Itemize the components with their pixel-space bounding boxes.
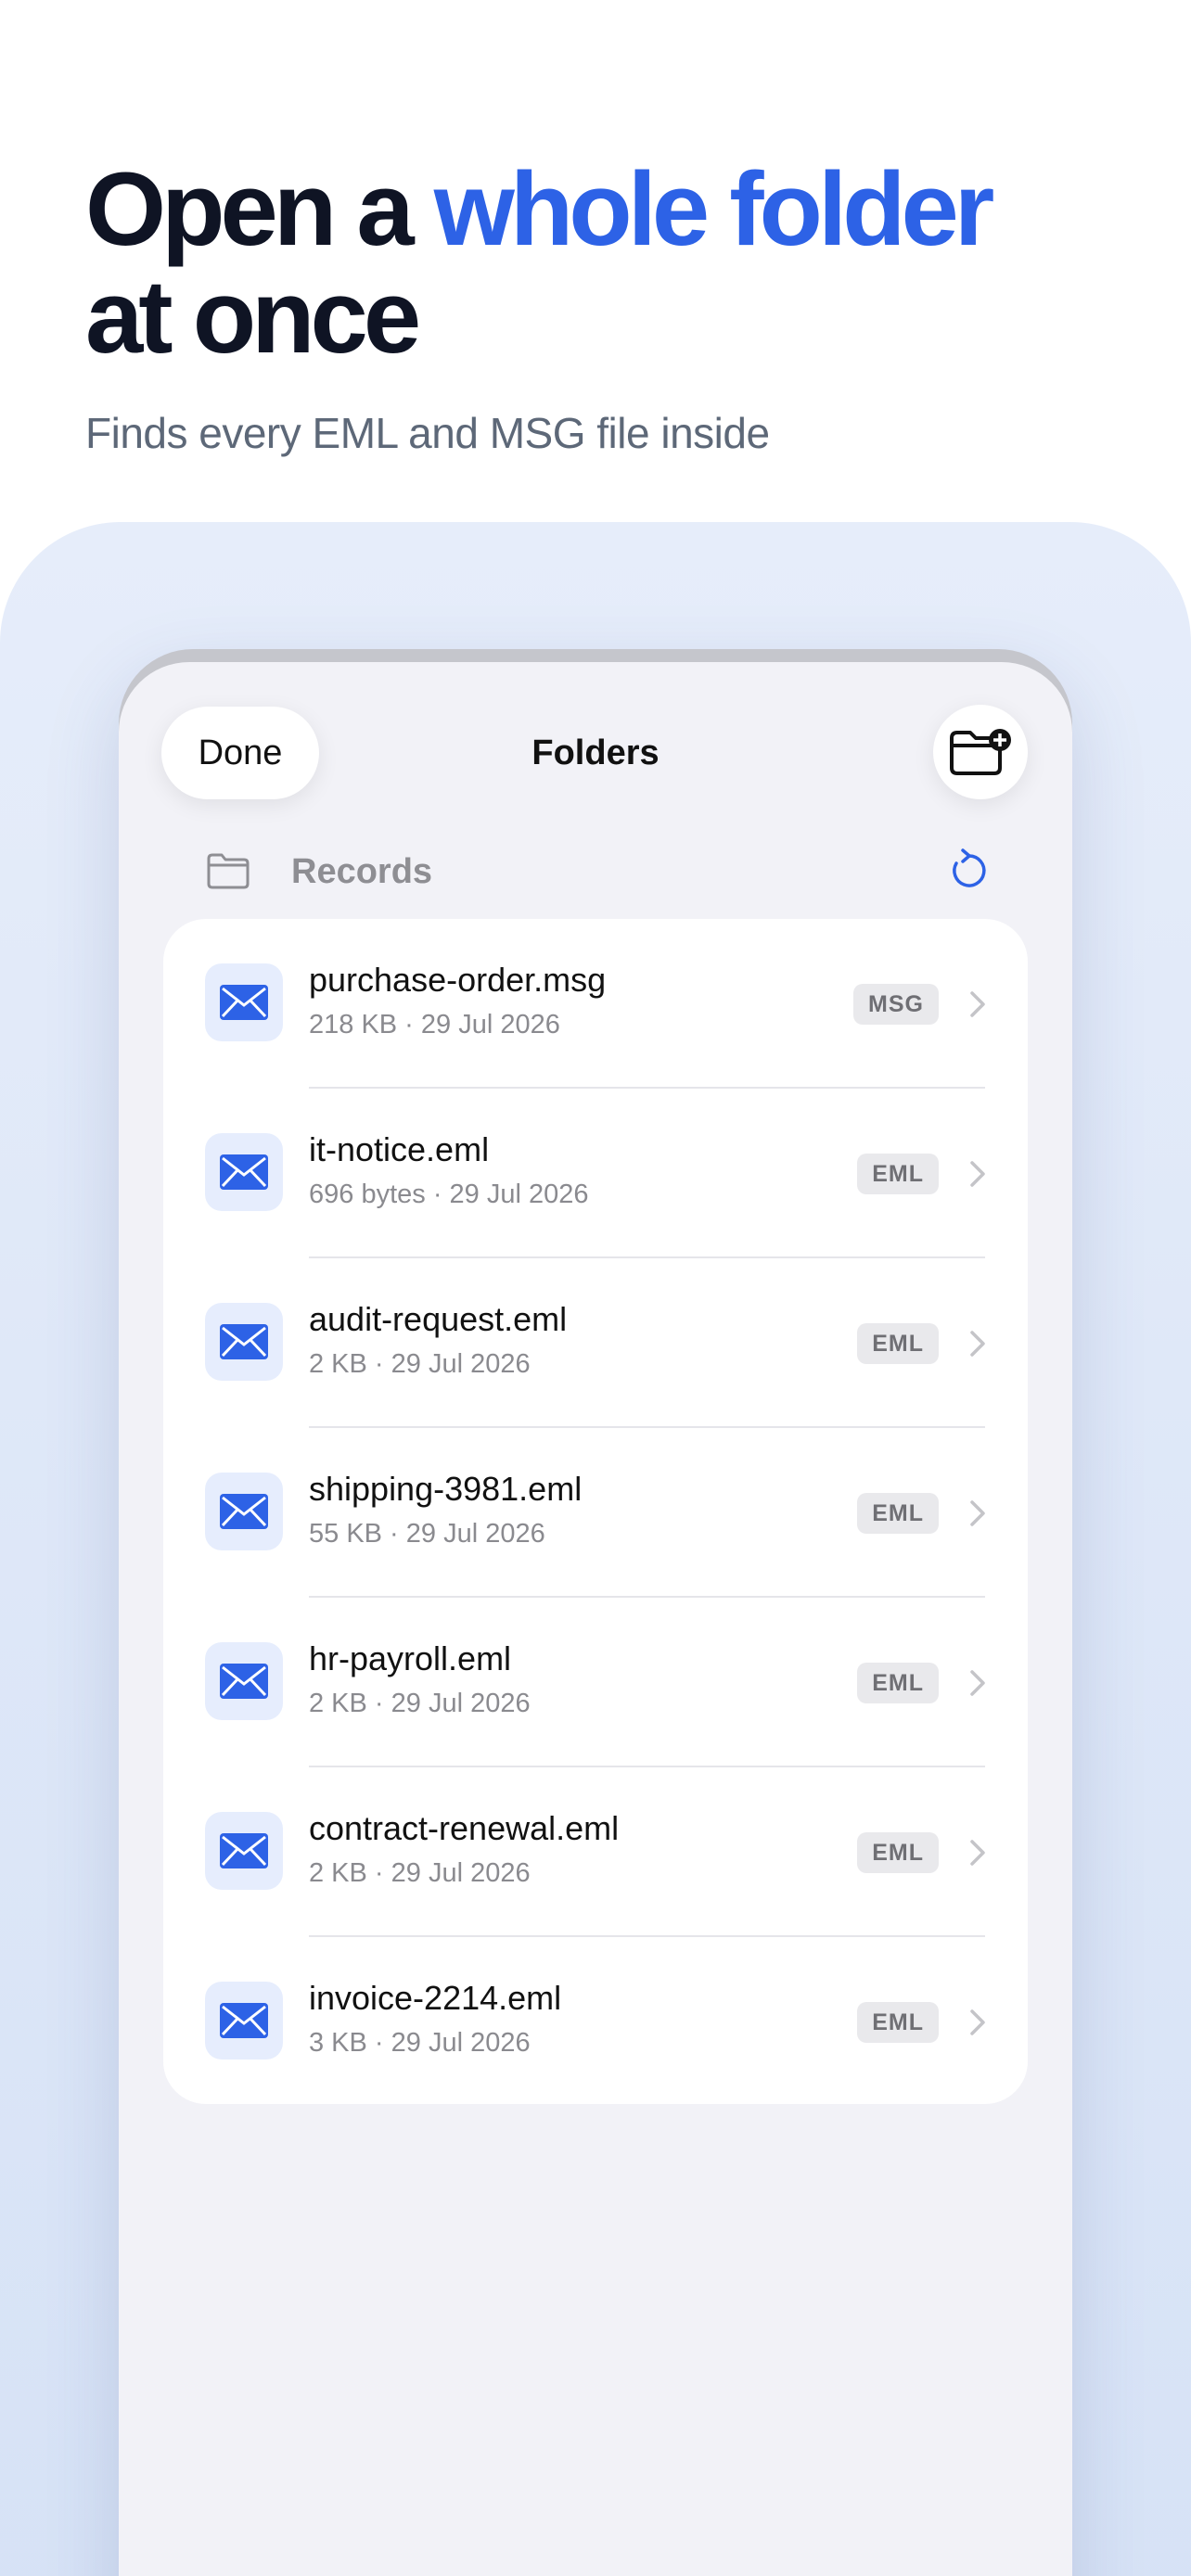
envelope-icon [220,985,268,1020]
chevron-right-icon [970,1840,985,1866]
file-meta: 218 KB · 29 Jul 2026 [309,1010,560,1039]
chevron-right-icon [970,1161,985,1187]
file-name: purchase-order.msg [309,961,607,999]
headline-part1: Open a [85,151,434,267]
file-meta: 3 KB · 29 Jul 2026 [309,2028,531,2058]
headline: Open a whole folder at once [85,156,1152,371]
file-type-badge: EML [857,1154,939,1194]
hero-section: Open a whole folder at once Finds every E… [85,156,1152,458]
chevron-right-icon [970,991,985,1017]
file-type-badge: MSG [853,984,939,1025]
chevron-right-icon [970,1331,985,1357]
headline-accent: whole folder [433,151,995,267]
nav-title: Folders [531,733,660,772]
file-meta: 696 bytes · 29 Jul 2026 [309,1180,589,1209]
chevron-right-icon [970,1670,985,1696]
mail-tile [205,1303,283,1381]
file-row[interactable]: purchase-order.msg 218 KB · 29 Jul 2026 … [163,919,1028,1089]
file-name: shipping-3981.eml [309,1470,583,1508]
mail-tile [205,963,283,1041]
mail-tile [205,1812,283,1890]
done-button[interactable]: Done [161,707,319,799]
file-name: audit-request.eml [309,1300,568,1338]
file-name: contract-renewal.eml [309,1809,620,1847]
file-row[interactable]: it-notice.eml 696 bytes · 29 Jul 2026 EM… [163,1089,1028,1258]
file-meta: 2 KB · 29 Jul 2026 [309,1349,531,1379]
envelope-icon [220,2003,268,2038]
add-folder-button[interactable] [933,705,1028,799]
chevron-right-icon [970,1500,985,1526]
envelope-icon [220,1324,268,1359]
envelope-icon [220,1154,268,1190]
mail-tile [205,1642,283,1720]
file-type-badge: EML [857,1493,939,1534]
envelope-icon [220,1664,268,1699]
file-name: hr-payroll.eml [309,1639,512,1677]
file-name: invoice-2214.eml [309,1979,562,2017]
file-type-badge: EML [857,1832,939,1873]
envelope-icon [220,1833,268,1868]
folder-name: Records [291,852,433,891]
folder-plus-icon [950,729,1011,775]
mail-tile [205,1133,283,1211]
file-name: it-notice.eml [309,1130,490,1168]
folder-icon [207,853,250,889]
mail-tile [205,1982,283,2060]
envelope-icon [220,1494,268,1529]
file-row[interactable]: invoice-2214.eml 3 KB · 29 Jul 2026 EML [163,1937,1028,2104]
headline-part2: at once [85,259,421,375]
refresh-icon[interactable] [946,848,992,894]
file-type-badge: EML [857,1323,939,1364]
file-row[interactable]: shipping-3981.eml 55 KB · 29 Jul 2026 EM… [163,1428,1028,1598]
file-meta: 55 KB · 29 Jul 2026 [309,1519,545,1549]
file-meta: 2 KB · 29 Jul 2026 [309,1689,531,1718]
file-type-badge: EML [857,1663,939,1703]
file-row[interactable]: audit-request.eml 2 KB · 29 Jul 2026 EML [163,1258,1028,1428]
file-list: purchase-order.msg 218 KB · 29 Jul 2026 … [163,919,1028,2104]
file-type-badge: EML [857,2002,939,2043]
file-meta: 2 KB · 29 Jul 2026 [309,1858,531,1888]
file-row[interactable]: hr-payroll.eml 2 KB · 29 Jul 2026 EML [163,1598,1028,1767]
chevron-right-icon [970,2009,985,2035]
hero-subtitle: Finds every EML and MSG file inside [85,409,770,457]
mail-tile [205,1473,283,1550]
current-folder-row: Records [206,842,994,901]
file-row[interactable]: contract-renewal.eml 2 KB · 29 Jul 2026 … [163,1767,1028,1937]
